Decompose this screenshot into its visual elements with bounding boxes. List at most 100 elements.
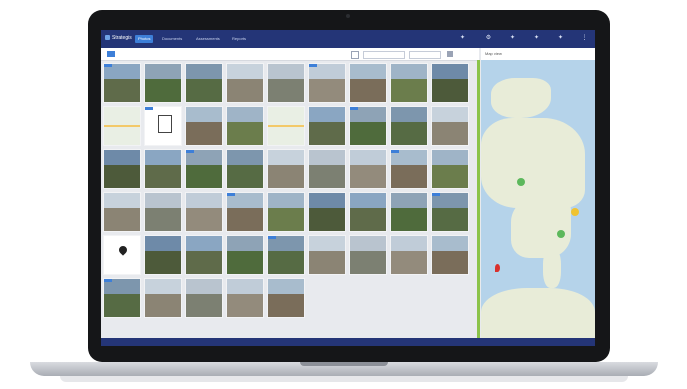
photo-ground	[268, 165, 304, 188]
photo-thumbnail[interactable]	[349, 63, 387, 103]
photo-ground	[391, 208, 427, 231]
photo-thumbnail[interactable]	[144, 192, 182, 232]
tab-reports[interactable]: Reports	[229, 35, 249, 43]
photo-thumbnail[interactable]	[390, 192, 428, 232]
status-badge	[227, 193, 235, 196]
photo-thumbnail[interactable]	[390, 235, 428, 275]
photo-thumbnail[interactable]	[226, 192, 264, 232]
sync-icon[interactable]: ✦	[557, 35, 564, 42]
photo-sky	[186, 193, 222, 209]
photo-ground	[227, 165, 263, 188]
photo-ground	[268, 79, 304, 102]
photo-thumbnail[interactable]	[390, 106, 428, 146]
status-badge	[104, 64, 112, 67]
user-icon[interactable]: ✦	[459, 35, 466, 42]
photo-sky	[268, 150, 304, 166]
photo-thumbnail[interactable]	[349, 149, 387, 189]
photo-thumbnail[interactable]	[349, 192, 387, 232]
status-badge	[104, 279, 112, 282]
photo-thumbnail[interactable]	[267, 149, 305, 189]
panel-divider[interactable]	[477, 60, 480, 346]
location-thumbnail[interactable]	[103, 235, 141, 275]
status-badge	[309, 64, 317, 67]
photo-thumbnail[interactable]	[226, 63, 264, 103]
photo-thumbnail[interactable]	[390, 149, 428, 189]
photo-sky	[391, 236, 427, 252]
map-marker-green[interactable]	[517, 178, 525, 186]
photo-thumbnail[interactable]	[185, 192, 223, 232]
photo-thumbnail[interactable]	[308, 149, 346, 189]
settings-icon[interactable]: ⚙	[485, 35, 492, 42]
photo-thumbnail[interactable]	[103, 192, 141, 232]
view-dropdown[interactable]	[409, 51, 441, 59]
photo-thumbnail[interactable]	[390, 63, 428, 103]
photo-thumbnail[interactable]	[144, 149, 182, 189]
photo-sky	[145, 193, 181, 209]
status-badge	[186, 150, 194, 153]
photo-thumbnail[interactable]	[103, 278, 141, 318]
photo-sky	[309, 236, 345, 252]
photo-thumbnail[interactable]	[185, 149, 223, 189]
help-icon[interactable]: ✦	[533, 35, 540, 42]
photo-sky	[391, 193, 427, 209]
select-all-button[interactable]	[107, 51, 115, 57]
photo-ground	[227, 294, 263, 317]
photo-ground	[145, 294, 181, 317]
map-pin-red[interactable]	[495, 264, 500, 272]
more-icon[interactable]: ⋮	[581, 35, 588, 42]
map-landmass	[481, 118, 585, 208]
photo-sky	[309, 193, 345, 209]
photo-thumbnail[interactable]	[226, 106, 264, 146]
photo-thumbnail[interactable]	[144, 63, 182, 103]
map-marker-yellow[interactable]	[571, 208, 579, 216]
photo-thumbnail[interactable]	[308, 235, 346, 275]
photo-ground	[186, 294, 222, 317]
photo-thumbnail[interactable]	[226, 235, 264, 275]
photo-ground	[432, 208, 468, 231]
photo-sky	[391, 64, 427, 80]
photo-thumbnail[interactable]	[431, 192, 469, 232]
photo-thumbnail[interactable]	[431, 149, 469, 189]
map-panel[interactable]: Map view	[481, 48, 595, 346]
photo-thumbnail[interactable]	[308, 63, 346, 103]
photo-thumbnail[interactable]	[185, 63, 223, 103]
photo-thumbnail[interactable]	[185, 106, 223, 146]
photo-thumbnail[interactable]	[349, 106, 387, 146]
map-marker-green[interactable]	[557, 230, 565, 238]
photo-sky	[145, 150, 181, 166]
photo-thumbnail[interactable]	[144, 235, 182, 275]
photo-ground	[104, 294, 140, 317]
photo-thumbnail[interactable]	[103, 149, 141, 189]
photo-thumbnail[interactable]	[103, 63, 141, 103]
photo-thumbnail[interactable]	[431, 63, 469, 103]
map-thumbnail[interactable]	[267, 106, 305, 146]
photo-thumbnail[interactable]	[308, 106, 346, 146]
grid-view-icon[interactable]	[447, 51, 453, 57]
document-thumbnail[interactable]	[144, 106, 182, 146]
photo-thumbnail[interactable]	[267, 192, 305, 232]
photo-thumbnail[interactable]	[185, 278, 223, 318]
photo-thumbnail[interactable]	[349, 235, 387, 275]
filter-button[interactable]	[351, 51, 359, 59]
photo-thumbnail[interactable]	[267, 63, 305, 103]
tab-assessments[interactable]: Assessments	[193, 35, 223, 43]
tab-documents[interactable]: Documents	[159, 35, 185, 43]
photo-thumbnail[interactable]	[144, 278, 182, 318]
photo-thumbnail[interactable]	[431, 235, 469, 275]
photo-ground	[432, 79, 468, 102]
photo-thumbnail[interactable]	[185, 235, 223, 275]
photo-ground	[350, 208, 386, 231]
photo-thumbnail[interactable]	[267, 235, 305, 275]
tab-photos[interactable]: Photos	[135, 35, 154, 43]
photo-thumbnail[interactable]	[226, 278, 264, 318]
app-logo[interactable]: Strategis	[105, 35, 132, 41]
map-thumbnail[interactable]	[103, 106, 141, 146]
photo-thumbnail[interactable]	[308, 192, 346, 232]
photo-thumbnail[interactable]	[226, 149, 264, 189]
photo-thumbnail[interactable]	[267, 278, 305, 318]
sort-dropdown[interactable]	[363, 51, 405, 59]
laptop-notch	[300, 362, 388, 366]
photo-ground	[104, 165, 140, 188]
photo-thumbnail[interactable]	[431, 106, 469, 146]
bell-icon[interactable]: ✦	[509, 35, 516, 42]
